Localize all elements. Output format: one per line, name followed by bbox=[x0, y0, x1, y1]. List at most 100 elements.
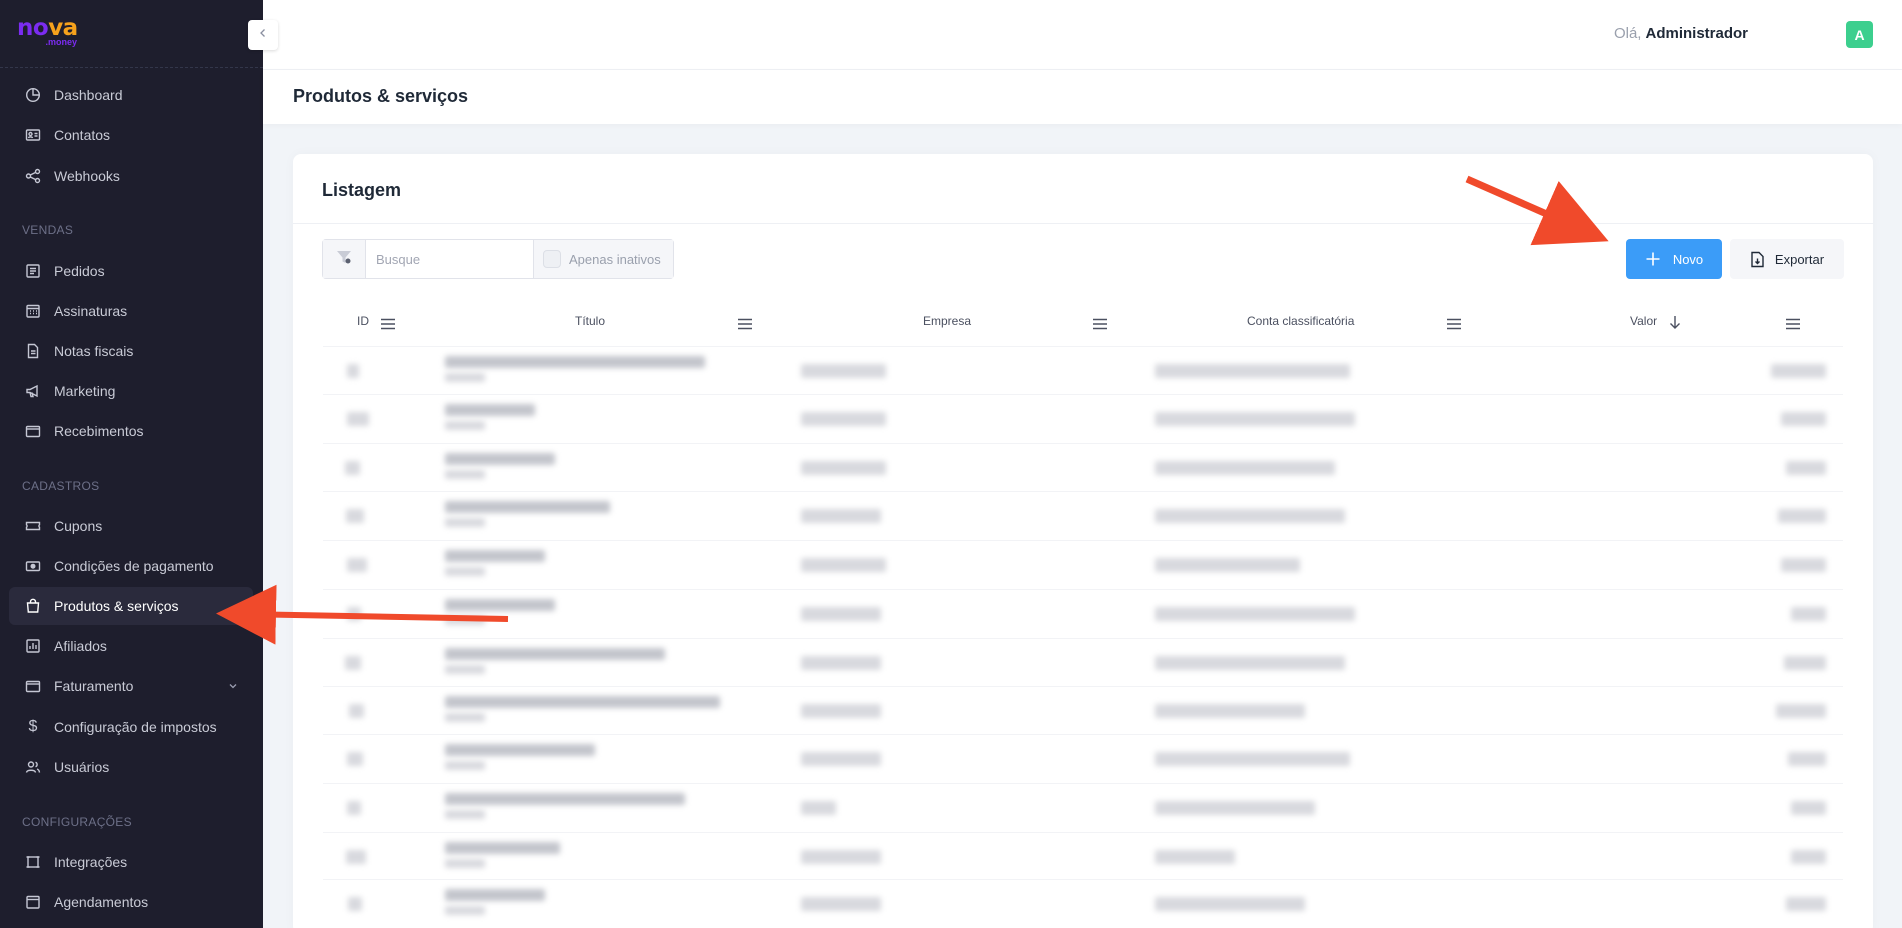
redacted-cell bbox=[1155, 752, 1350, 766]
column-menu-icon[interactable] bbox=[1093, 317, 1107, 335]
row-separator bbox=[323, 540, 1843, 541]
row-separator bbox=[323, 443, 1843, 444]
column-header-titulo[interactable]: Título bbox=[575, 314, 605, 328]
redacted-cell bbox=[445, 599, 555, 611]
row-separator bbox=[323, 638, 1843, 639]
share-icon bbox=[24, 167, 42, 185]
dollar-icon: $ bbox=[28, 718, 38, 735]
row-separator bbox=[323, 783, 1843, 784]
sidebar-item-notas-fiscais[interactable]: Notas fiscais bbox=[9, 332, 253, 370]
redacted-cell bbox=[445, 842, 560, 854]
redacted-cell bbox=[801, 801, 836, 815]
redacted-cell bbox=[347, 364, 359, 378]
redacted-cell bbox=[1781, 412, 1826, 426]
folder-icon bbox=[24, 677, 42, 695]
sidebar-item-produtos-servicos[interactable]: Produtos & serviços bbox=[9, 587, 253, 625]
sidebar-item-agendamentos[interactable]: Agendamentos bbox=[9, 883, 253, 921]
avatar[interactable]: A bbox=[1846, 21, 1873, 48]
inactive-only-checkbox[interactable] bbox=[543, 250, 561, 268]
redacted-cell bbox=[445, 761, 485, 770]
sort-arrow-down-icon[interactable] bbox=[1669, 315, 1681, 334]
sidebar-item-faturamento[interactable]: Faturamento bbox=[9, 667, 253, 705]
inactive-only-toggle[interactable]: Apenas inativos bbox=[533, 240, 673, 278]
redacted-cell bbox=[347, 752, 363, 766]
card-divider bbox=[293, 223, 1873, 224]
redacted-cell bbox=[348, 897, 362, 911]
redacted-cell bbox=[445, 744, 595, 756]
redacted-cell bbox=[345, 461, 360, 475]
redacted-cell bbox=[801, 656, 881, 670]
chevron-down-icon bbox=[227, 679, 239, 695]
redacted-cell bbox=[1155, 801, 1315, 815]
redacted-cell bbox=[1791, 607, 1826, 621]
redacted-cell bbox=[347, 607, 361, 621]
sidebar-item-cupons[interactable]: Cupons bbox=[9, 507, 253, 545]
column-header-empresa[interactable]: Empresa bbox=[923, 314, 971, 328]
filter-icon bbox=[335, 248, 353, 271]
sidebar-item-condicoes-pagamento[interactable]: Condições de pagamento bbox=[9, 547, 253, 585]
plus-icon bbox=[1645, 251, 1661, 267]
redacted-cell bbox=[801, 461, 886, 475]
sidebar-item-assinaturas[interactable]: Assinaturas bbox=[9, 292, 253, 330]
brand-logo[interactable]: nova .money bbox=[17, 17, 78, 49]
folder-icon bbox=[24, 422, 42, 440]
calendar-icon bbox=[24, 893, 42, 911]
redacted-cell bbox=[445, 453, 555, 465]
page-title: Produtos & serviços bbox=[293, 86, 469, 106]
redacted-cell bbox=[346, 850, 366, 864]
section-cadastros: CADASTROS bbox=[22, 479, 100, 493]
row-separator bbox=[323, 879, 1843, 880]
money-icon bbox=[24, 557, 42, 575]
user-name[interactable]: Administrador bbox=[1645, 25, 1748, 42]
shopping-bag-icon bbox=[24, 597, 42, 615]
column-header-valor[interactable]: Valor bbox=[1630, 314, 1657, 328]
sidebar: nova .money Dashboard Contatos Webhooks … bbox=[0, 0, 263, 928]
redacted-cell bbox=[445, 404, 535, 416]
row-separator bbox=[323, 491, 1843, 492]
redacted-cell bbox=[445, 793, 685, 805]
new-button[interactable]: Novo bbox=[1626, 239, 1722, 279]
sidebar-item-recebimentos[interactable]: Recebimentos bbox=[9, 412, 253, 450]
sidebar-item-dashboard[interactable]: Dashboard bbox=[9, 76, 253, 114]
sidebar-item-contatos[interactable]: Contatos bbox=[9, 116, 253, 154]
redacted-cell bbox=[346, 509, 364, 523]
brand-logo-sub: .money bbox=[45, 37, 77, 47]
column-header-id[interactable]: ID bbox=[357, 314, 369, 328]
column-menu-icon[interactable] bbox=[381, 317, 395, 335]
redacted-cell bbox=[1155, 412, 1355, 426]
redacted-cell bbox=[1155, 607, 1355, 621]
sidebar-item-webhooks[interactable]: Webhooks bbox=[9, 157, 253, 195]
column-menu-icon[interactable] bbox=[1447, 317, 1461, 335]
ticket-icon bbox=[24, 517, 42, 535]
column-menu-icon[interactable] bbox=[738, 317, 752, 335]
filter-button[interactable] bbox=[323, 240, 366, 278]
redacted-cell bbox=[801, 897, 881, 911]
row-separator bbox=[323, 589, 1843, 590]
column-menu-icon[interactable] bbox=[1786, 317, 1800, 335]
card-title: Listagem bbox=[322, 180, 402, 200]
row-separator bbox=[323, 346, 1843, 347]
integration-icon bbox=[24, 853, 42, 871]
column-header-conta-classificatoria[interactable]: Conta classificatória bbox=[1247, 314, 1354, 328]
row-separator bbox=[323, 394, 1843, 395]
redacted-cell bbox=[1155, 656, 1345, 670]
search-input[interactable] bbox=[366, 240, 533, 278]
export-button[interactable]: Exportar bbox=[1730, 239, 1844, 279]
sidebar-item-integracoes[interactable]: Integrações bbox=[9, 843, 253, 881]
sidebar-item-pedidos[interactable]: Pedidos bbox=[9, 252, 253, 290]
sidebar-item-marketing[interactable]: Marketing bbox=[9, 372, 253, 410]
sidebar-item-configuracao-impostos[interactable]: $ Configuração de impostos bbox=[9, 708, 253, 746]
redacted-cell bbox=[445, 421, 485, 430]
sidebar-item-usuarios[interactable]: Usuários bbox=[9, 748, 253, 786]
row-separator bbox=[323, 832, 1843, 833]
redacted-cell bbox=[445, 356, 705, 368]
collapse-sidebar-button[interactable] bbox=[248, 20, 278, 50]
sidebar-item-afiliados[interactable]: Afiliados bbox=[9, 627, 253, 665]
row-separator bbox=[323, 686, 1843, 687]
user-greeting: Olá, Administrador bbox=[1613, 25, 1748, 42]
redacted-cell bbox=[1776, 704, 1826, 718]
calendar-icon bbox=[24, 302, 42, 320]
redacted-cell bbox=[347, 558, 367, 572]
page-header: Produtos & serviços bbox=[263, 70, 1902, 124]
redacted-cell bbox=[445, 810, 485, 819]
